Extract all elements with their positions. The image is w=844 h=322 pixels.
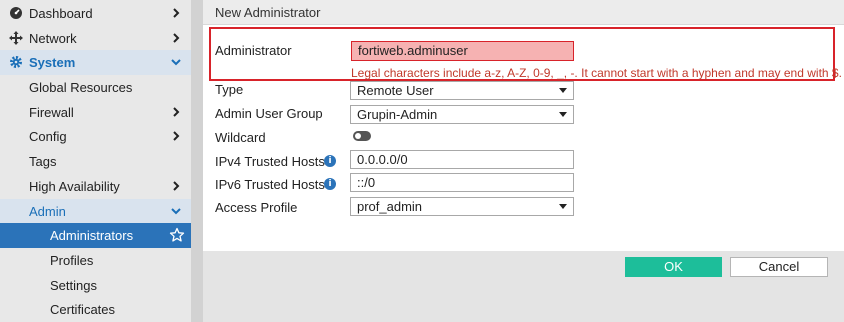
sidebar-divider xyxy=(191,0,203,322)
sidebar-item-network[interactable]: Network xyxy=(0,26,191,51)
dropdown-arrow-icon xyxy=(559,88,567,93)
page-title: New Administrator xyxy=(215,5,321,20)
chevron-right-icon xyxy=(169,105,183,119)
sidebar-item-config[interactable]: Config xyxy=(0,124,191,149)
access-profile-select[interactable]: prof_admin xyxy=(350,197,574,216)
sidebar-item-label: Firewall xyxy=(29,105,74,120)
sidebar-item-label: Certificates xyxy=(50,302,116,317)
chevron-down-icon xyxy=(169,204,183,218)
sidebar-item-profiles[interactable]: Profiles xyxy=(0,248,191,273)
type-select-value: Remote User xyxy=(357,83,434,98)
sidebar-item-global-resources[interactable]: Global Resources xyxy=(0,75,191,100)
type-label: Type xyxy=(215,82,244,97)
sidebar-item-label: Config xyxy=(29,129,67,144)
sidebar-item-label: Administrators xyxy=(50,228,134,243)
chevron-right-icon xyxy=(169,129,183,143)
gear-icon xyxy=(8,54,24,70)
ipv6-trusted-hosts-input[interactable]: ::/0 xyxy=(350,173,574,192)
sidebar-item-label: Tags xyxy=(29,154,57,169)
network-icon xyxy=(8,30,24,46)
main-content: New Administrator Administrator fortiweb… xyxy=(203,0,844,322)
sidebar-item-dashboard[interactable]: Dashboard xyxy=(0,1,191,26)
sidebar-item-firewall[interactable]: Firewall xyxy=(0,100,191,125)
sidebar-item-system[interactable]: System xyxy=(0,50,191,75)
star-icon[interactable] xyxy=(169,227,185,243)
sidebar-item-label: Settings xyxy=(50,278,97,293)
sidebar-item-label: High Availability xyxy=(29,179,120,194)
admin-user-group-label: Admin User Group xyxy=(215,106,323,121)
dropdown-arrow-icon xyxy=(559,204,567,209)
sidebar-item-label: Network xyxy=(29,31,77,46)
sidebar-item-label: Global Resources xyxy=(29,80,133,95)
administrator-label: Administrator xyxy=(215,43,292,58)
dropdown-arrow-icon xyxy=(559,112,567,117)
sidebar: Dashboard Network System Global Resource… xyxy=(0,0,191,322)
sidebar-item-certificates[interactable]: Certificates xyxy=(0,297,191,322)
administrator-error-message: Legal characters include a-z, A-Z, 0-9, … xyxy=(351,66,842,80)
admin-user-group-select[interactable]: Grupin-Admin xyxy=(350,105,574,124)
sidebar-item-settings[interactable]: Settings xyxy=(0,273,191,298)
access-profile-label: Access Profile xyxy=(215,200,298,215)
wildcard-label: Wildcard xyxy=(215,130,266,145)
info-icon[interactable]: i xyxy=(324,155,336,167)
new-administrator-panel: New Administrator Administrator fortiweb… xyxy=(203,0,844,251)
type-select[interactable]: Remote User xyxy=(350,81,574,100)
sidebar-item-label: System xyxy=(29,55,76,70)
wildcard-toggle[interactable] xyxy=(353,131,371,141)
ipv4-trusted-hosts-input[interactable]: 0.0.0.0/0 xyxy=(350,150,574,169)
chevron-down-icon xyxy=(169,55,183,69)
sidebar-item-high-availability[interactable]: High Availability xyxy=(0,174,191,199)
info-icon[interactable]: i xyxy=(324,178,336,190)
sidebar-item-label: Dashboard xyxy=(29,6,93,21)
sidebar-item-admin[interactable]: Admin xyxy=(0,199,191,224)
administrator-input[interactable]: fortiweb.adminuser xyxy=(351,41,574,61)
ipv4-trusted-hosts-label: IPv4 Trusted Hosts xyxy=(215,154,325,169)
chevron-right-icon xyxy=(169,179,183,193)
chevron-right-icon xyxy=(169,6,183,20)
sidebar-item-label: Profiles xyxy=(50,253,94,268)
sidebar-item-administrators[interactable]: Administrators xyxy=(0,223,191,248)
dashboard-icon xyxy=(8,5,24,21)
admin-user-group-value: Grupin-Admin xyxy=(357,107,438,122)
ipv6-trusted-hosts-label: IPv6 Trusted Hosts xyxy=(215,177,325,192)
ok-button[interactable]: OK xyxy=(625,257,722,277)
cancel-button[interactable]: Cancel xyxy=(730,257,828,277)
sidebar-item-label: Admin xyxy=(29,204,66,219)
access-profile-value: prof_admin xyxy=(357,199,423,214)
sidebar-item-tags[interactable]: Tags xyxy=(0,149,191,174)
chevron-right-icon xyxy=(169,31,183,45)
